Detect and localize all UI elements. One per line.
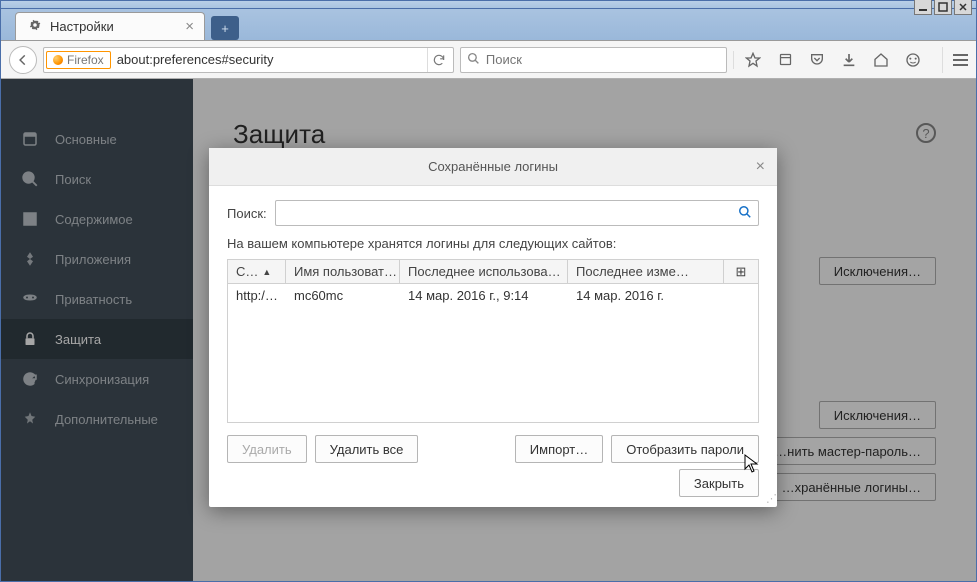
sidebar-item-search[interactable]: Поиск	[1, 159, 193, 199]
library-icon[interactable]	[776, 51, 794, 69]
dialog-header: Сохранённые логины ×	[209, 148, 777, 186]
cell-site: http://w…	[228, 288, 286, 303]
dialog-description: На вашем компьютере хранятся логины для …	[227, 236, 759, 251]
login-search-field[interactable]	[275, 200, 759, 226]
chat-icon[interactable]	[904, 51, 922, 69]
back-button[interactable]	[9, 46, 37, 74]
sidebar-item-security[interactable]: Защита	[1, 319, 193, 359]
sidebar-item-label: Поиск	[55, 172, 91, 187]
col-last-changed[interactable]: Последнее изме…	[568, 260, 724, 283]
tab-close-icon[interactable]: ×	[185, 18, 194, 35]
table-row[interactable]: http://w… mc60mc 14 мар. 2016 г., 9:14 1…	[228, 284, 758, 306]
sidebar-item-advanced[interactable]: Дополнительные	[1, 399, 193, 439]
show-passwords-button[interactable]: Отобразить пароли	[611, 435, 759, 463]
home-icon[interactable]	[872, 51, 890, 69]
cell-last-used: 14 мар. 2016 г., 9:14	[400, 288, 568, 303]
sidebar-item-label: Защита	[55, 332, 101, 347]
search-icon	[467, 52, 480, 68]
preferences-sidebar: Основные Поиск Содержимое Приложения При…	[1, 79, 193, 581]
lock-icon	[21, 330, 39, 348]
search-bar[interactable]	[460, 47, 727, 73]
identity-box[interactable]: Firefox	[46, 51, 111, 69]
sync-icon	[21, 370, 39, 388]
import-button[interactable]: Импорт…	[515, 435, 603, 463]
content-icon	[21, 210, 39, 228]
sidebar-item-general[interactable]: Основные	[1, 119, 193, 159]
tab-settings[interactable]: Настройки ×	[15, 12, 205, 40]
login-search-input[interactable]	[282, 202, 738, 224]
window-close-button[interactable]	[954, 0, 972, 15]
logins-table: С…▲ Имя пользоват… Последнее использова……	[227, 259, 759, 423]
toolbar-icons	[733, 51, 928, 69]
sidebar-item-label: Дополнительные	[55, 412, 158, 427]
dialog-title: Сохранённые логины	[428, 159, 558, 174]
sidebar-item-privacy[interactable]: Приватность	[1, 279, 193, 319]
saved-logins-dialog: Сохранённые логины × Поиск: На вашем ком…	[209, 148, 777, 507]
close-button[interactable]: Закрыть	[679, 469, 759, 497]
bookmark-star-icon[interactable]	[744, 51, 762, 69]
sort-asc-icon: ▲	[262, 267, 271, 277]
sidebar-item-label: Приватность	[55, 292, 132, 307]
menu-button[interactable]	[942, 47, 968, 73]
master-password-button[interactable]: …нить мастер-пароль…	[759, 437, 936, 465]
delete-button: Удалить	[227, 435, 307, 463]
exceptions-button-2[interactable]: Исключения…	[819, 401, 936, 429]
saved-logins-button[interactable]: …хранённые логины…	[767, 473, 936, 501]
col-username[interactable]: Имя пользоват…	[286, 260, 400, 283]
sidebar-item-applications[interactable]: Приложения	[1, 239, 193, 279]
sidebar-item-label: Синхронизация	[55, 372, 149, 387]
column-picker-button[interactable]: ⊞	[724, 260, 758, 283]
col-site[interactable]: С…▲	[228, 260, 286, 283]
window-titlebar	[1, 1, 976, 9]
help-button[interactable]: ?	[916, 123, 936, 143]
privacy-icon	[21, 290, 39, 308]
cell-last-changed: 14 мар. 2016 г.	[568, 288, 724, 303]
exceptions-button-1[interactable]: Исключения…	[819, 257, 936, 285]
maximize-button[interactable]	[934, 0, 952, 15]
downloads-icon[interactable]	[840, 51, 858, 69]
sidebar-item-content[interactable]: Содержимое	[1, 199, 193, 239]
table-header: С…▲ Имя пользоват… Последнее использова……	[228, 260, 758, 284]
gear-icon	[28, 18, 42, 35]
general-icon	[21, 130, 39, 148]
cell-user: mc60mc	[286, 288, 400, 303]
delete-all-button[interactable]: Удалить все	[315, 435, 419, 463]
dialog-body: Поиск: На вашем компьютере хранятся логи…	[209, 186, 777, 429]
sidebar-item-label: Содержимое	[55, 212, 133, 227]
tab-strip: Настройки × +	[1, 9, 976, 41]
sidebar-item-label: Приложения	[55, 252, 131, 267]
dialog-close-button[interactable]: ×	[756, 158, 765, 176]
firefox-icon	[53, 55, 63, 65]
search-row: Поиск:	[227, 200, 759, 226]
table-body: http://w… mc60mc 14 мар. 2016 г., 9:14 1…	[228, 284, 758, 422]
tab-title: Настройки	[50, 19, 177, 34]
sidebar-item-label: Основные	[55, 132, 117, 147]
url-input[interactable]	[117, 49, 427, 71]
sidebar-item-sync[interactable]: Синхронизация	[1, 359, 193, 399]
search-icon	[738, 205, 752, 222]
new-tab-button[interactable]: +	[211, 16, 239, 40]
minimize-button[interactable]	[914, 0, 932, 15]
applications-icon	[21, 250, 39, 268]
dialog-footer: Удалить Удалить все Импорт… Отобразить п…	[209, 429, 777, 463]
identity-label: Firefox	[67, 53, 104, 67]
col-last-used[interactable]: Последнее использова…	[400, 260, 568, 283]
search-label: Поиск:	[227, 206, 267, 221]
advanced-icon	[21, 410, 39, 428]
search-icon	[21, 170, 39, 188]
window-controls	[914, 0, 972, 15]
pocket-icon[interactable]	[808, 51, 826, 69]
page-title: Защита	[233, 119, 936, 150]
reload-button[interactable]	[427, 48, 451, 72]
url-bar[interactable]: Firefox	[43, 47, 454, 73]
navbar: Firefox	[1, 41, 976, 79]
search-input[interactable]	[486, 49, 720, 71]
